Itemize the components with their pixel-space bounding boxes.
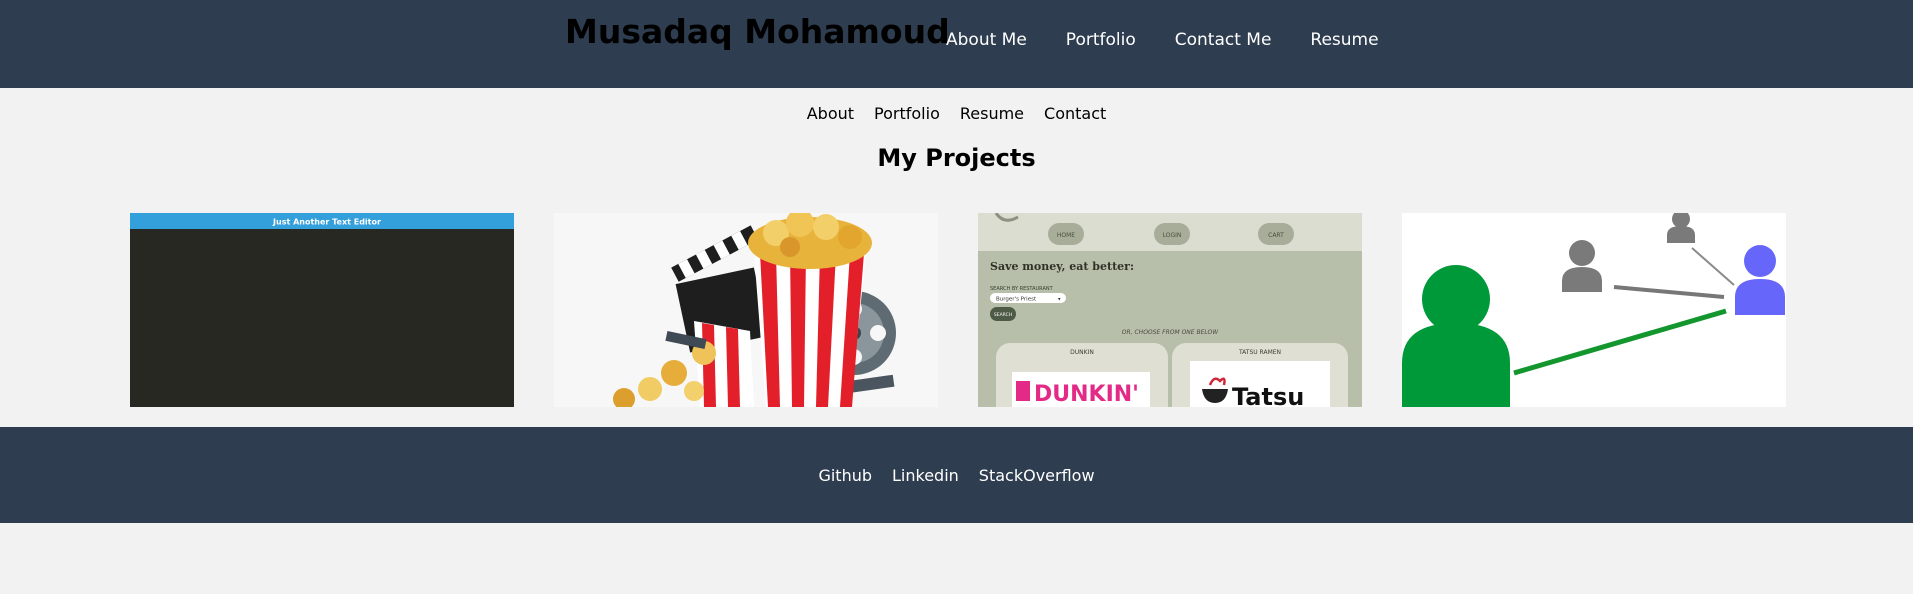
subnav-link-contact[interactable]: Contact (1044, 104, 1106, 123)
site-header: Musadaq Mohamoud About Me Portfolio Cont… (0, 0, 1913, 88)
nav-link-portfolio[interactable]: Portfolio (1066, 30, 1136, 50)
subnav-link-resume[interactable]: Resume (960, 104, 1024, 123)
dunkin-cup-icon (1016, 381, 1030, 401)
people-network-illustration (1402, 213, 1786, 407)
editor-body (130, 213, 514, 407)
svg-text:HOME: HOME (1057, 232, 1075, 239)
projects-heading: My Projects (877, 144, 1036, 172)
project-card-social-network[interactable] (1402, 213, 1786, 407)
restaurant-app-screenshot: HOME LOGIN CART Save money, eat better: … (978, 213, 1362, 407)
svg-text:DUNKIN: DUNKIN (1070, 349, 1094, 356)
dunkin-logo: DUNKIN' (1034, 382, 1139, 407)
subnav-link-portfolio[interactable]: Portfolio (874, 104, 940, 123)
tatsu-logo: Tatsu (1232, 383, 1304, 407)
svg-text:TATSU RAMEN: TATSU RAMEN (1238, 349, 1281, 356)
app-headline: Save money, eat better: (990, 260, 1134, 273)
footer-link-stackoverflow[interactable]: StackOverflow (979, 466, 1095, 485)
popcorn-image (554, 213, 938, 407)
footer-nav: Github Linkedin StackOverflow (0, 466, 1913, 485)
svg-text:SEARCH: SEARCH (994, 312, 1012, 318)
app-search-label: SEARCH BY RESTAURANT (990, 286, 1054, 292)
nav-link-contact-me[interactable]: Contact Me (1175, 30, 1272, 50)
popcorn-bucket-icon (748, 213, 872, 407)
nav-link-resume[interactable]: Resume (1310, 30, 1378, 50)
site-title: Musadaq Mohamoud (565, 12, 950, 51)
svg-text:CART: CART (1268, 232, 1284, 239)
footer-link-linkedin[interactable]: Linkedin (892, 466, 959, 485)
text-editor-screenshot: Just Another Text Editor (130, 213, 514, 407)
nav-link-about-me[interactable]: About Me (946, 30, 1027, 50)
editor-title-text: Just Another Text Editor (272, 218, 381, 227)
subnav-link-about[interactable]: About (807, 104, 854, 123)
svg-text:Burger's Priest: Burger's Priest (996, 297, 1037, 303)
app-choose-text: OR, CHOOSE FROM ONE BELOW (1122, 329, 1219, 336)
footer-link-github[interactable]: Github (818, 466, 872, 485)
project-card-movies[interactable] (554, 213, 938, 407)
svg-text:LOGIN: LOGIN (1163, 232, 1182, 239)
project-card-restaurant-app[interactable]: HOME LOGIN CART Save money, eat better: … (978, 213, 1362, 407)
site-footer: Github Linkedin StackOverflow (0, 427, 1913, 523)
project-card-text-editor[interactable]: Just Another Text Editor (130, 213, 514, 407)
sub-nav: About Portfolio Resume Contact (0, 104, 1913, 123)
top-nav: About Me Portfolio Contact Me Resume (946, 30, 1379, 50)
